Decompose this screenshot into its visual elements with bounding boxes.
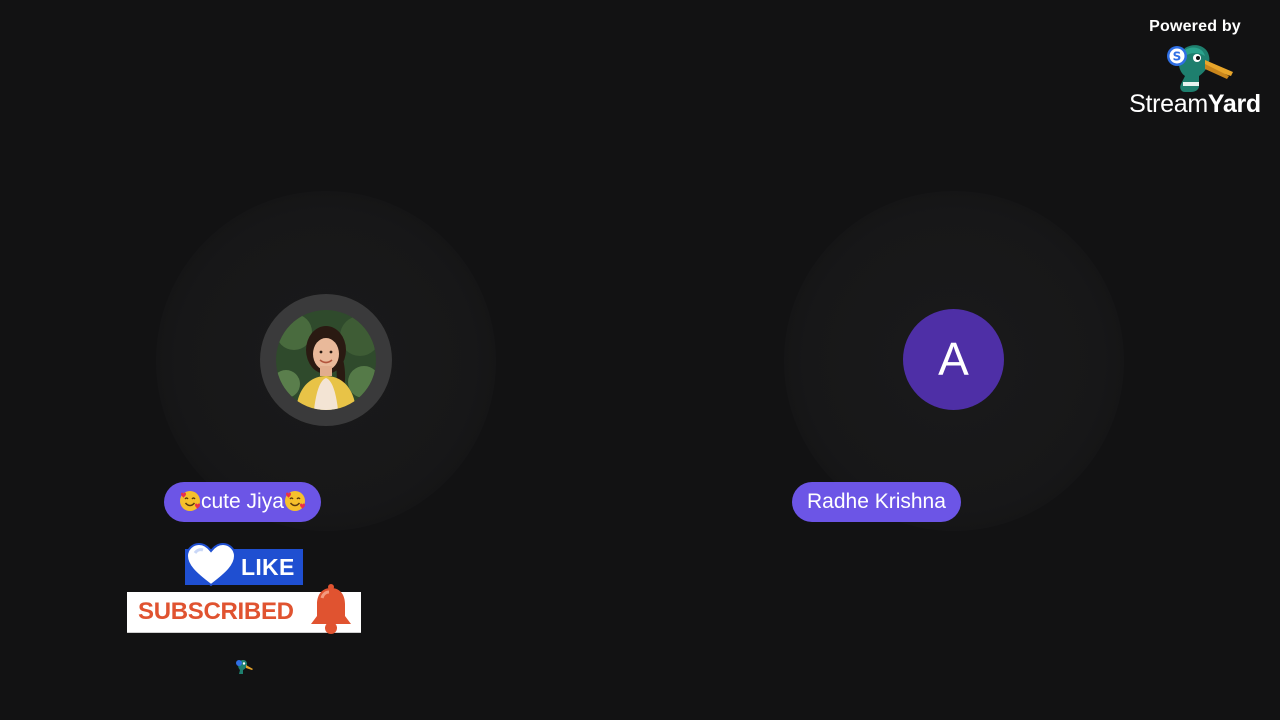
- stream-stage: Powered by S StreamYard cute Jiya A Radh…: [0, 0, 1280, 720]
- participant-name-pill: Radhe Krishna: [792, 482, 961, 522]
- participant-name-pill: cute Jiya: [164, 482, 321, 522]
- participant-avatar-photo: [260, 294, 392, 426]
- wordmark-bold: Yard: [1207, 90, 1261, 118]
- streamyard-duck-icon: S: [1155, 42, 1235, 94]
- like-label: LIKE: [241, 554, 295, 580]
- wordmark-regular: Stream: [1129, 90, 1208, 118]
- bell-icon: [307, 584, 355, 636]
- smiling-face-with-hearts-icon: [284, 486, 306, 511]
- participant-avatar-initial: A: [903, 309, 1004, 410]
- subscribed-badge: SUBSCRIBED: [127, 584, 361, 634]
- profile-photo: [276, 310, 376, 410]
- like-badge: LIKE: [185, 542, 303, 587]
- svg-text:S: S: [1173, 50, 1182, 64]
- participant-name: Radhe Krishna: [807, 490, 946, 513]
- streamyard-wordmark: StreamYard: [1124, 90, 1266, 119]
- powered-by-label: Powered by: [1149, 18, 1241, 35]
- streamyard-branding: Powered by S StreamYard: [1124, 18, 1266, 119]
- subscribed-label: SUBSCRIBED: [138, 598, 294, 625]
- heart-icon: [185, 542, 237, 587]
- smiling-face-with-hearts-icon: [179, 486, 201, 511]
- participant-name: cute Jiya: [201, 490, 284, 513]
- streamyard-duck-icon: [234, 658, 254, 676]
